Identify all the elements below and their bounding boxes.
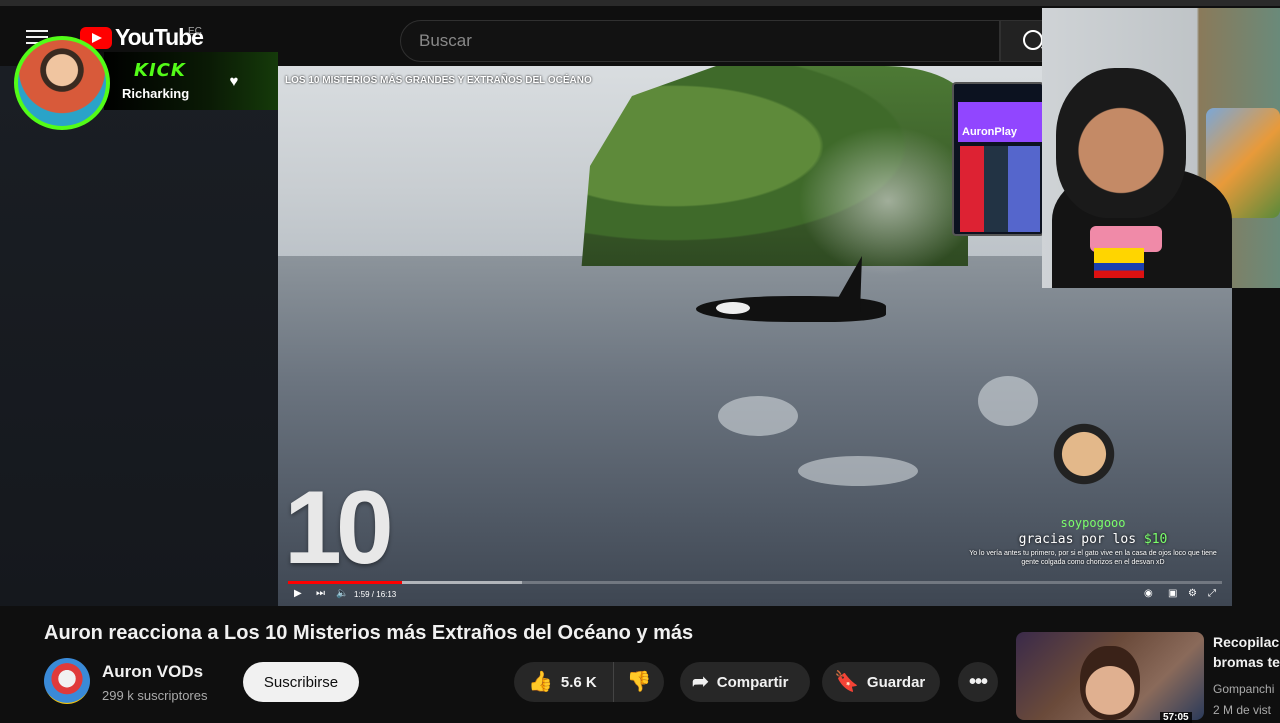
share-button[interactable]: ➦ Compartir — [680, 662, 810, 702]
kick-banner — [104, 52, 278, 110]
donation-text: Yo lo vería antes tu primero, por si el … — [969, 550, 1217, 566]
search-box — [400, 20, 1000, 62]
subscriber-count: 299 k suscriptores — [102, 688, 208, 703]
share-label: Compartir — [716, 673, 789, 691]
subtitles-icon[interactable]: ▣ — [1168, 588, 1177, 599]
video-spray — [798, 126, 978, 276]
save-button[interactable]: 🔖 Guardar — [822, 662, 940, 702]
orca — [696, 256, 896, 330]
left-background-panel — [0, 66, 278, 606]
kick-overlay: KICK Richarking ♥ — [14, 36, 278, 130]
webcam-head — [1056, 68, 1186, 218]
recommended-views: 2 M de vist — [1213, 703, 1272, 717]
settings-icon[interactable]: ⚙ — [1188, 588, 1197, 599]
donation-avatar — [1052, 410, 1116, 490]
progress-bar[interactable] — [288, 581, 1222, 584]
bookmark-icon: 🔖 — [834, 671, 859, 693]
foam — [798, 456, 918, 486]
like-count: 5.6 K — [560, 673, 597, 691]
video-title: Auron reacciona a Los 10 Misterios más E… — [44, 622, 694, 644]
thumbs-down-icon: 👎 — [626, 671, 652, 693]
thumbnail-face — [1080, 646, 1140, 720]
kick-avatar — [14, 36, 110, 130]
volume-icon[interactable]: 🔈 — [336, 588, 348, 599]
dislike-button[interactable]: 👎 — [614, 662, 664, 702]
donation-alert: soypogooo gracias por los $10 Yo lo verí… — [968, 410, 1218, 590]
countdown-number: 10 — [284, 470, 394, 586]
save-label: Guardar — [866, 673, 926, 691]
heart-icon: ♥ — [229, 73, 239, 90]
donation-user: soypogooo — [1060, 516, 1126, 530]
twitch-channel-name: AuronPlay — [962, 126, 1018, 138]
recommended-thumbnail[interactable] — [1016, 632, 1204, 720]
channel-avatar[interactable] — [44, 658, 90, 704]
fullscreen-icon[interactable]: ⤢ — [1208, 588, 1216, 599]
recommended-duration: 57:05 — [1160, 712, 1192, 723]
thumbs-up-icon: 👍 — [528, 671, 553, 693]
channel-name[interactable]: Auron VODs — [102, 662, 203, 682]
kick-streamer-name: Richarking — [122, 86, 190, 101]
video-overlay-title: LOS 10 MISTERIOS MÁS GRANDES Y EXTRAÑOS … — [285, 75, 592, 86]
progress-played — [288, 581, 402, 584]
time-display: 1:59 / 16:13 — [354, 590, 397, 599]
like-dislike-group: 👍 5.6 K 👎 — [514, 662, 664, 702]
streamer-webcam — [1042, 8, 1280, 288]
twitch-card: AuronPlay — [952, 82, 1044, 236]
kick-logo: KICK — [134, 60, 186, 81]
donation-message: gracias por los $10 — [1018, 532, 1168, 547]
twitch-grid — [960, 146, 1040, 232]
play-icon[interactable]: ▶ — [294, 588, 302, 599]
recommended-title[interactable]: Recopilac bromas te — [1213, 632, 1280, 673]
foam — [718, 396, 798, 436]
like-button[interactable]: 👍 5.6 K — [514, 662, 614, 702]
donation-amount: $10 — [1143, 532, 1168, 547]
webcam-flag — [1094, 248, 1144, 278]
search-input[interactable] — [401, 21, 999, 61]
subscribe-button[interactable]: Suscribirse — [243, 662, 359, 702]
player-controls: ▶ ⏭ 🔈 1:59 / 16:13 ◉ ▣ ⚙ ⤢ — [278, 586, 1232, 606]
more-actions-icon[interactable]: ••• — [958, 662, 998, 702]
share-icon: ➦ — [692, 671, 709, 693]
next-icon[interactable]: ⏭ — [316, 588, 325, 599]
search-icon — [1023, 30, 1043, 50]
recommended-channel[interactable]: Gompanchi — [1213, 682, 1280, 696]
autoplay-toggle-icon[interactable]: ◉ — [1144, 588, 1153, 599]
